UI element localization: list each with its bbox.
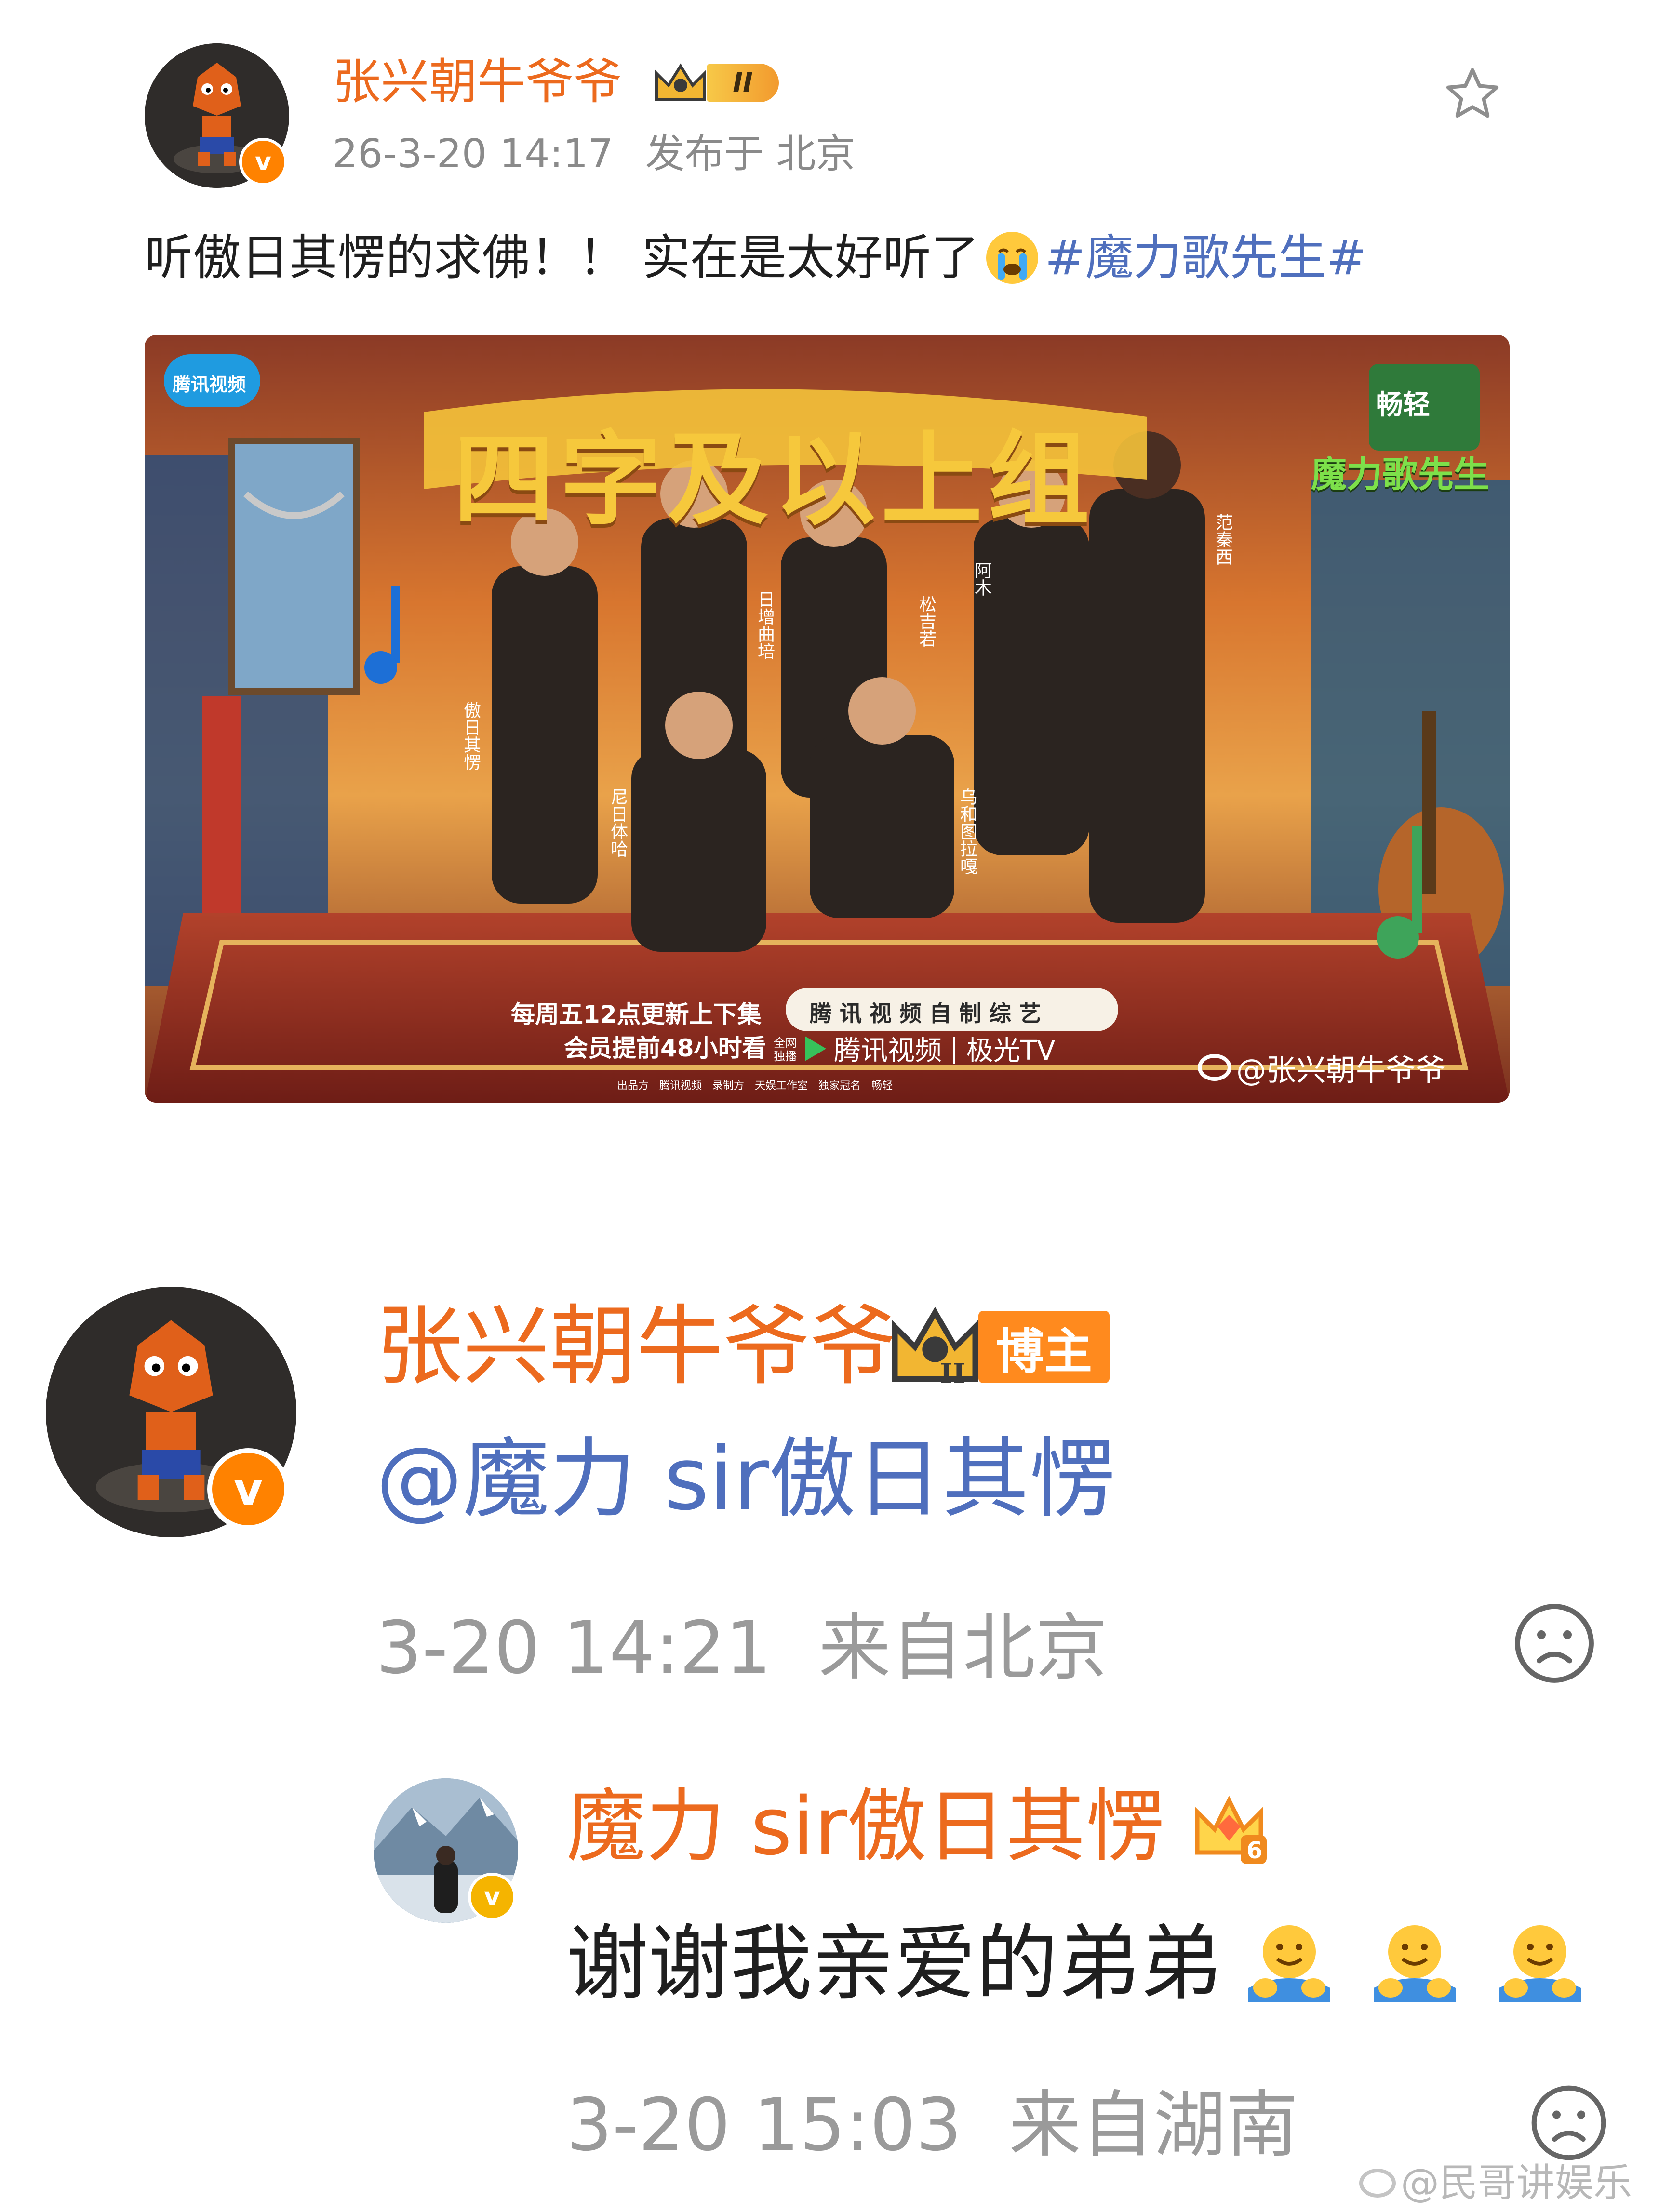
reply-text: 谢谢我亲爱的弟弟 bbox=[566, 1916, 1222, 2012]
performer-name: 傲日其愣 bbox=[461, 701, 481, 771]
hug-emoji-icon bbox=[1492, 1916, 1588, 2012]
poster-tv-label: 极光TV bbox=[966, 1035, 1056, 1066]
verified-badge-icon: v bbox=[468, 1873, 516, 1921]
poster-headline: 四字及以上组 bbox=[453, 421, 1096, 539]
post-time: 26-3-20 14:17 发布于 北京 bbox=[333, 130, 856, 178]
author-level-badge[interactable]: II bbox=[652, 59, 779, 107]
comment-author-badge[interactable]: II 博主 bbox=[887, 1301, 1110, 1393]
performer-name: 乌和图拉嘎 bbox=[957, 788, 977, 875]
blogger-role-badge: 博主 bbox=[978, 1311, 1110, 1383]
poster-watermark: @张兴朝牛爷爷 bbox=[1198, 1046, 1445, 1089]
performer-name: 松吉若 bbox=[916, 595, 936, 647]
reply-location: 来自湖南 bbox=[1009, 2083, 1298, 2167]
post-author-avatar[interactable]: v bbox=[145, 43, 289, 188]
crown-icon: II bbox=[892, 1306, 978, 1390]
weibo-logo-icon bbox=[1198, 1054, 1231, 1081]
post-timestamp: 26-3-20 14:17 bbox=[333, 131, 614, 177]
reply-author-name[interactable]: 魔力 sir傲日其愣 bbox=[566, 1781, 1165, 1872]
comment-location: 来自北京 bbox=[818, 1606, 1108, 1690]
reply-time: 3-20 15:03 bbox=[566, 2083, 962, 2167]
reply-avatar[interactable]: v bbox=[374, 1778, 518, 1923]
poster-original-label: 腾 讯 视 频 自 制 综 艺 bbox=[810, 1000, 1042, 1026]
favorite-star-button[interactable] bbox=[1441, 63, 1504, 125]
sad-face-icon bbox=[1515, 1604, 1594, 1683]
hug-emoji-icon bbox=[1241, 1916, 1338, 2012]
reply-body: 谢谢我亲爱的弟弟 bbox=[566, 1916, 1588, 2012]
poster-streaming-label: 腾讯视频 bbox=[834, 1035, 942, 1066]
comment-author-name[interactable]: 张兴朝牛爷爷 bbox=[376, 1296, 896, 1398]
page-watermark: @民哥讲娱乐 bbox=[1359, 2159, 1632, 2207]
poster-platform-logo: 腾讯视频 bbox=[173, 374, 246, 395]
crown-icon bbox=[655, 63, 706, 101]
post-author-name[interactable]: 张兴朝牛爷爷 bbox=[333, 53, 622, 111]
performer-name: 日增曲培 bbox=[755, 590, 775, 660]
performer-name: 阿木 bbox=[972, 561, 991, 596]
hug-emoji-icon bbox=[1366, 1916, 1463, 2012]
comment-mention[interactable]: @魔力 sir傲日其愣 bbox=[376, 1429, 1116, 1530]
poster-credits: 出品方 腾讯视频 录制方 天娱工作室 独家冠名 畅轻 bbox=[617, 1080, 893, 1092]
reply-author-badge[interactable]: 6 bbox=[1186, 1783, 1272, 1870]
dislike-button[interactable] bbox=[1511, 1600, 1598, 1687]
reply-meta: 3-20 15:03 来自湖南 bbox=[566, 2082, 1298, 2169]
poster-broadcast-note: 全网独播 bbox=[774, 1036, 797, 1063]
sad-face-icon bbox=[1531, 2085, 1606, 2160]
crown-icon: 6 bbox=[1195, 1795, 1267, 1864]
crying-emoji-icon bbox=[986, 232, 1038, 284]
comment-avatar[interactable]: v bbox=[46, 1287, 296, 1537]
reply-dislike-button[interactable] bbox=[1528, 2082, 1610, 2164]
svg-text:6: 6 bbox=[1246, 1837, 1262, 1864]
comment-meta: 3-20 14:21 来自北京 bbox=[376, 1605, 1108, 1692]
poster-brand-logo: 畅轻 bbox=[1376, 389, 1430, 421]
post-body: 听傲日其愣的求佛！！ 实在是太好听了 #魔力歌先生# bbox=[145, 227, 1366, 289]
level-tag: II bbox=[707, 64, 779, 102]
post-location: 发布于 北京 bbox=[645, 131, 856, 177]
poster-show-logo: 魔力歌先生 bbox=[1311, 454, 1489, 495]
play-icon bbox=[805, 1036, 826, 1061]
svg-text:II: II bbox=[940, 1358, 965, 1390]
hashtag-link[interactable]: #魔力歌先生# bbox=[1045, 227, 1367, 289]
post-image[interactable]: 腾讯视频 四字及以上组 畅轻 魔力歌先生 傲日其愣 日增曲培 尼日体哈 松吉若 … bbox=[145, 335, 1510, 1103]
star-icon bbox=[1446, 68, 1499, 118]
performer-name: 范秦西 bbox=[1213, 513, 1232, 565]
poster-schedule-line2: 会员提前48小时看 bbox=[564, 1034, 766, 1062]
performer-name: 尼日体哈 bbox=[608, 788, 628, 857]
weibo-logo-icon bbox=[1359, 2169, 1396, 2198]
poster-streaming-row: 腾讯视频 | 极光TV bbox=[805, 1029, 1055, 1068]
comment-time: 3-20 14:21 bbox=[376, 1606, 772, 1690]
post-text: 听傲日其愣的求佛！！ 实在是太好听了 bbox=[145, 229, 979, 286]
verified-badge-icon: v bbox=[207, 1448, 289, 1530]
poster-schedule-line1: 每周五12点更新上下集 bbox=[511, 1000, 762, 1028]
verified-badge-icon: v bbox=[239, 138, 287, 186]
